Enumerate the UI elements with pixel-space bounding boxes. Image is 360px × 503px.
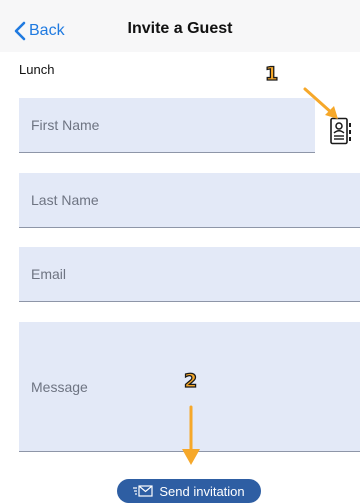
last-name-placeholder: Last Name	[31, 192, 99, 208]
last-name-field[interactable]: Last Name	[19, 173, 360, 228]
annotation-arrow-1	[303, 87, 338, 119]
annotation-arrow-2	[182, 405, 200, 465]
first-name-placeholder: First Name	[31, 117, 100, 133]
send-invitation-button[interactable]: Send invitation	[117, 479, 261, 503]
envelope-icon	[133, 485, 153, 497]
send-invitation-label: Send invitation	[159, 483, 245, 499]
page-title: Invite a Guest	[127, 20, 233, 37]
event-name: Lunch	[19, 62, 55, 77]
first-name-field[interactable]: First Name	[19, 98, 315, 153]
nav-bar: Back Invite a Guest	[0, 0, 360, 52]
annotation-badge-1: 1	[264, 62, 279, 85]
email-field[interactable]: Email	[19, 247, 360, 302]
email-placeholder: Email	[31, 266, 67, 282]
annotation-badge-2: 2	[183, 369, 198, 392]
message-placeholder: Message	[31, 378, 88, 395]
